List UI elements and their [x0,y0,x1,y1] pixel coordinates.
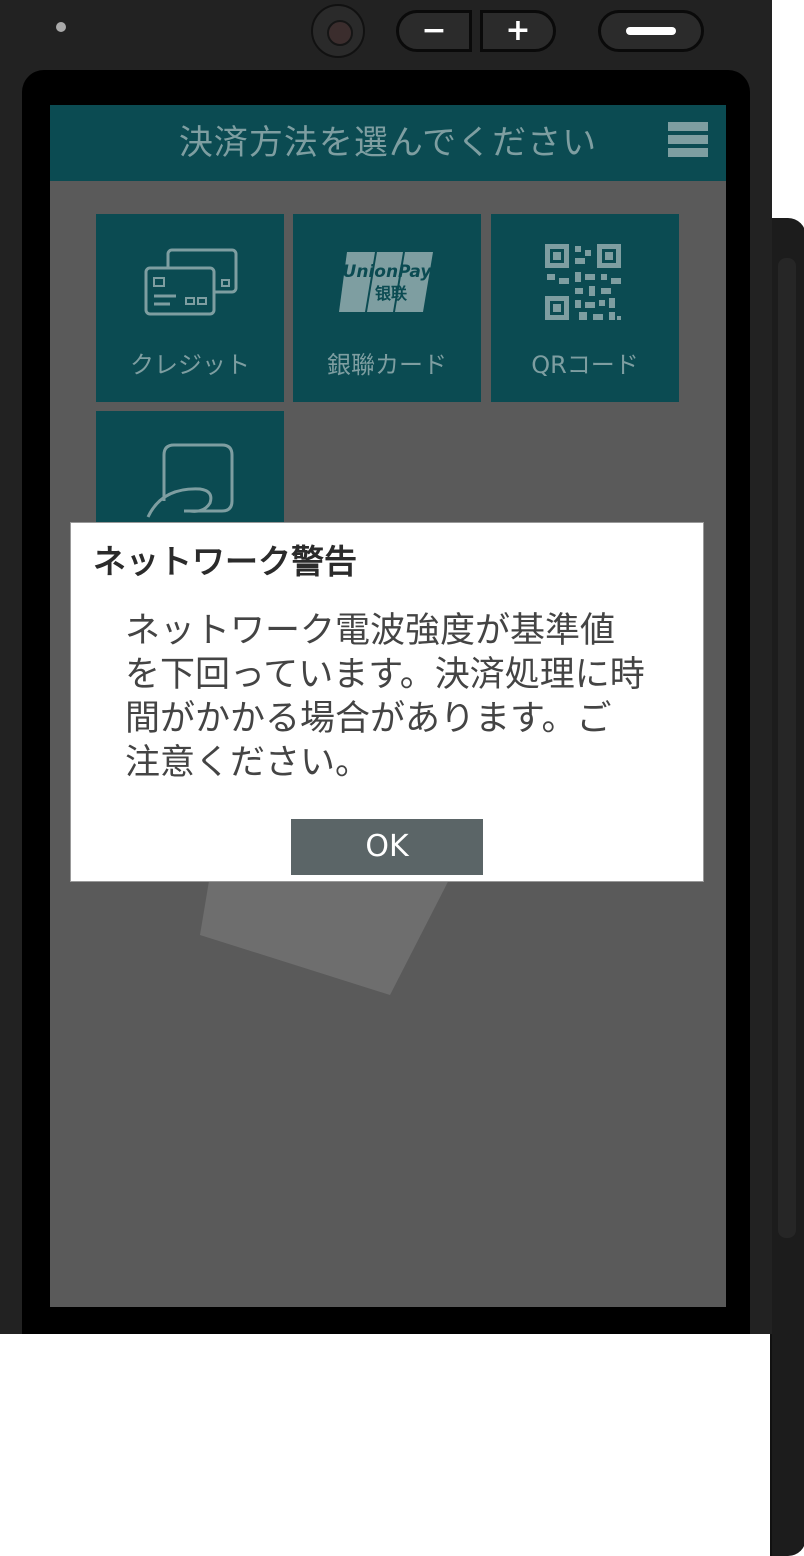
contactless-icon [146,443,234,518]
tile-label: 銀聯カード [327,351,447,379]
unionpay-logo-text: UnionPay [343,262,433,282]
dialog-message: ネットワーク電波強度が基準値を下回っています。決済処理に時間がかかる場合がありま… [125,611,645,783]
unionpay-logo-text-cn: 银联 [375,284,407,303]
indicator-led [56,22,66,32]
app-header: 決済方法を選んでください [50,105,726,181]
hamburger-menu-icon[interactable] [668,122,708,162]
ok-button[interactable]: OK [291,819,483,875]
unionpay-icon: UnionPay 银联 [339,252,433,312]
tile-label: QRコード [531,351,639,379]
tile-label: クレジット [130,351,250,379]
card-slot [778,258,796,1238]
volume-up-button[interactable]: + [480,10,556,52]
dialog-title: ネットワーク警告 [93,542,357,581]
camera-lens-icon [311,4,365,58]
volume-down-button[interactable]: − [396,10,472,52]
tile-unionpay[interactable]: UnionPay 银联 銀聯カード [293,214,481,402]
page-title: 決済方法を選んでください [178,123,598,163]
tile-qr-code[interactable]: QRコード [491,214,679,402]
device-side-rail [770,218,804,1556]
tile-credit[interactable]: クレジット [96,214,284,402]
power-button[interactable] [598,10,704,52]
network-warning-dialog: ネットワーク警告 ネットワーク電波強度が基準値を下回っています。決済処理に時間が… [70,522,704,882]
credit-card-icon [144,248,238,316]
qr-code-icon [545,244,621,320]
power-bar-icon [626,27,676,35]
